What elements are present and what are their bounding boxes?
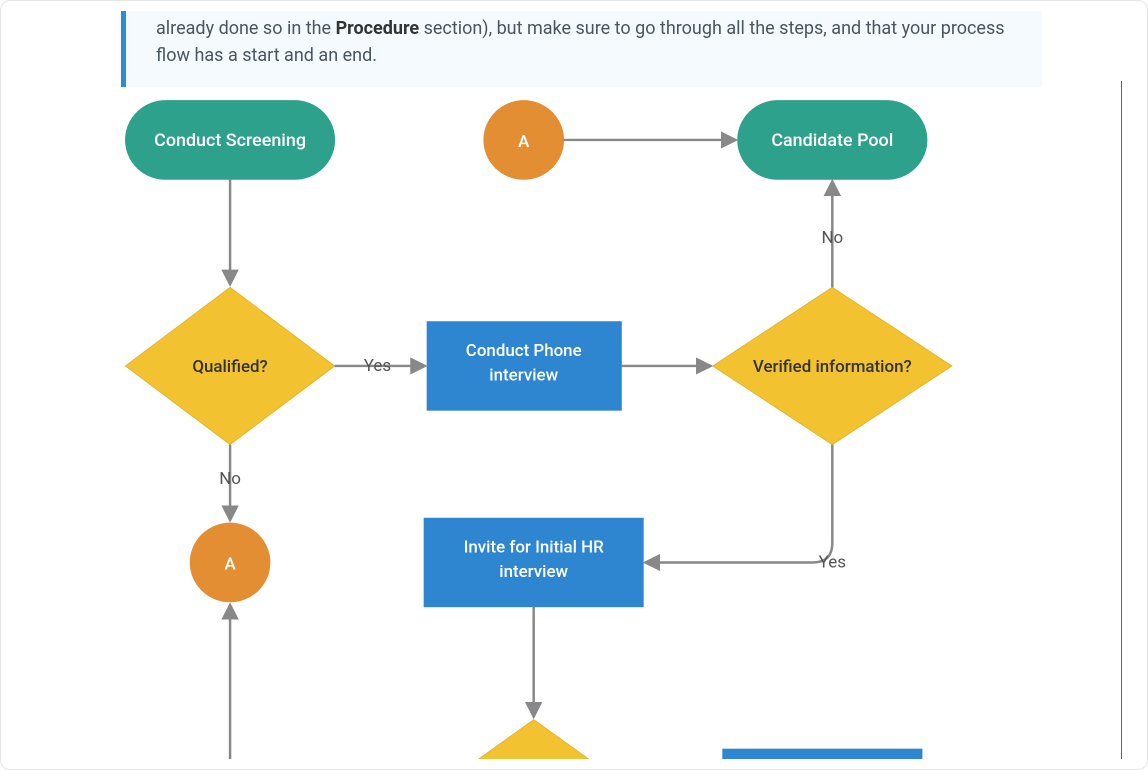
node-decision-partial-bottom[interactable]: [424, 720, 643, 759]
node-connector-a-mid[interactable]: A: [190, 523, 270, 602]
node-candidate-pool[interactable]: Candidate Pool: [738, 101, 927, 180]
node-process-partial-bottom-right[interactable]: [723, 749, 922, 759]
note-text-bold: Procedure: [336, 18, 420, 39]
node-invite-hr-interview[interactable]: Invite for Initial HR interview: [424, 518, 643, 606]
node-verified-info-decision[interactable]: Verified information?: [713, 287, 952, 444]
node-connector-a-top[interactable]: A: [484, 101, 564, 180]
node-conduct-phone-interview[interactable]: Conduct Phone interview: [427, 322, 621, 410]
node-connector-a-top-label: A: [518, 132, 530, 152]
edge-verified-yes: [646, 445, 832, 563]
node-qualified-decision[interactable]: Qualified?: [126, 287, 335, 444]
edge-qualified-no-label: No: [219, 469, 241, 489]
node-qualified-label: Qualified?: [192, 357, 267, 377]
node-conduct-screening-label: Conduct Screening: [154, 130, 306, 151]
node-verified-info-label: Verified information?: [753, 357, 912, 377]
flowchart-svg: Conduct Screening A Candidate Pool Quali…: [26, 81, 1121, 759]
node-conduct-screening[interactable]: Conduct Screening: [126, 101, 335, 180]
edge-verified-yes-label: Yes: [819, 552, 846, 572]
instruction-note: already done so in the Procedure section…: [121, 11, 1042, 87]
node-invite-hr-line2: interview: [499, 562, 568, 582]
edge-qualified-yes-label: Yes: [364, 356, 391, 376]
node-conduct-phone-interview-line2: interview: [489, 366, 558, 386]
node-connector-a-mid-label: A: [224, 554, 236, 574]
node-candidate-pool-label: Candidate Pool: [771, 130, 893, 151]
edge-verified-no-label: No: [821, 228, 843, 248]
node-conduct-phone-interview-line1: Conduct Phone: [466, 341, 582, 361]
flowchart-canvas: Conduct Screening A Candidate Pool Quali…: [26, 81, 1122, 759]
page: already done so in the Procedure section…: [0, 0, 1148, 770]
note-text-pre: already done so in the: [156, 18, 336, 39]
node-invite-hr-line1: Invite for Initial HR: [464, 538, 605, 558]
